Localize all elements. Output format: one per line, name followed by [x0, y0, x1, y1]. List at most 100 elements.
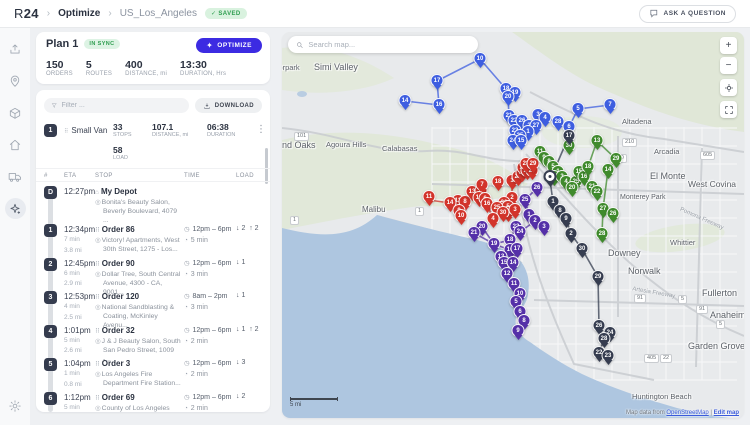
stop-address: ◎Los Angeles Fire [95, 370, 183, 379]
map-pin-red[interactable]: 4 [487, 212, 500, 225]
search-icon [296, 41, 303, 49]
map-pin-blue[interactable]: 10 [474, 52, 487, 65]
stop-load: ↓ 1 ↑ 2 [236, 326, 259, 333]
address-pin-icon: ◎ [95, 371, 101, 378]
plan-title: Plan 1 [46, 38, 78, 50]
stop-address: ◎Bonita's Beauty Salon, [95, 198, 183, 207]
stop-row[interactable]: D12:27pm⌂My Depot◎Bonita's Beauty Salon,… [36, 186, 270, 220]
sidebar-item-routes[interactable] [5, 166, 26, 187]
stop-eta: 1:01pm5 min2.6 mi [64, 326, 91, 356]
sidebar-item-upload[interactable] [5, 38, 26, 59]
ask-a-question-button[interactable]: ASK A QUESTION [639, 5, 737, 23]
map-pin-green[interactable]: 29 [610, 152, 623, 165]
map-pin-green[interactable]: 28 [596, 227, 609, 240]
map-pin-purple[interactable]: 9 [512, 324, 525, 337]
map-pin-blue[interactable]: 20 [502, 90, 515, 103]
orders-count: 150 [46, 59, 73, 71]
map-pin-blue[interactable]: 7 [604, 98, 617, 111]
duration-icon: ◔ [184, 304, 190, 311]
address-pin-icon: ◎ [95, 237, 101, 244]
map-search-input[interactable] [308, 40, 470, 49]
depot-pin[interactable] [544, 170, 557, 183]
app-logo[interactable]: R24 [14, 6, 39, 21]
stop-row[interactable]: 212:45pm6 min2.9 mi⠿Order 90◎Dollar Tree… [36, 258, 270, 292]
edit-map-link[interactable]: Edit map [714, 410, 739, 416]
map-pin-red[interactable]: 7 [476, 178, 489, 191]
duration-icon: ◔ [184, 237, 190, 244]
map-pin-dark[interactable]: 2 [565, 227, 578, 240]
map-pin-blue[interactable]: 15 [515, 134, 528, 147]
openstreetmap-link[interactable]: OpenStreetMap [666, 410, 708, 416]
sidebar-item-home[interactable] [5, 134, 26, 155]
breadcrumb-optimize[interactable]: Optimize [58, 8, 100, 19]
locate-button[interactable] [720, 79, 737, 96]
map-attribution: Map data from OpenStreetMap | Edit map [626, 410, 739, 416]
stop-row[interactable]: 41:01pm5 min2.6 mi⠿Order 32◎J & J Beauty… [36, 325, 270, 359]
map-city-label: El Monte [650, 171, 686, 181]
map-pin-blue[interactable]: 14 [399, 94, 412, 107]
map-pin-red[interactable]: 10 [455, 209, 468, 222]
download-button[interactable]: DOWNLOAD [195, 98, 262, 113]
map-pin-dark[interactable]: 28 [598, 332, 611, 345]
stop-row[interactable]: 61:12pm5 min⠿Order 69◎County of Los Ange… [36, 392, 270, 413]
map-pin-purple[interactable]: 19 [488, 237, 501, 250]
address-pin-icon: ◎ [95, 338, 101, 345]
map-pin-red[interactable]: 18 [492, 175, 505, 188]
map-pin-blue[interactable]: 17 [431, 74, 444, 87]
map-city-label: Moorpark [282, 63, 300, 72]
order-grip-icon: ⠿ [95, 294, 100, 301]
filter-input[interactable] [61, 102, 181, 109]
pin-number: 2 [569, 230, 572, 236]
map-pin-purple[interactable]: 17 [511, 242, 524, 255]
map-pin-purple[interactable]: 3 [538, 220, 551, 233]
map-pin-purple[interactable]: 26 [531, 181, 544, 194]
route-menu-button[interactable]: ⋮ [256, 124, 266, 135]
stop-eta: 12:27pm [64, 187, 95, 196]
pin-number: 20 [569, 184, 576, 190]
optimize-button[interactable]: ✦ OPTIMIZE [196, 38, 262, 53]
map-pin-dark[interactable]: 29 [592, 270, 605, 283]
stop-eta: 12:53pm4 min2.5 mi [64, 292, 95, 322]
breadcrumb-project[interactable]: US_Los_Angeles [120, 8, 197, 19]
map-pin-dark[interactable]: 23 [602, 349, 615, 362]
sidebar-item-settings[interactable] [5, 395, 26, 416]
map-pin-dark[interactable]: 9 [560, 212, 573, 225]
duration-icon: ◔ [184, 371, 190, 378]
map-pin-green[interactable]: 26 [607, 207, 620, 220]
stop-row[interactable]: 112:34pm7 min3.8 mi⠿Order 86◎Victory! Ap… [36, 224, 270, 258]
drag-handle-icon[interactable]: ⠿ [64, 129, 68, 135]
sidebar-item-optimize[interactable] [5, 198, 26, 219]
left-sidebar [0, 28, 30, 425]
stops-list: D12:27pm⌂My Depot◎Bonita's Beauty Salon,… [36, 182, 270, 412]
fullscreen-button[interactable] [720, 101, 737, 118]
clock-icon: ◷ [184, 394, 191, 401]
sidebar-item-location[interactable] [5, 70, 26, 91]
map-pin-green[interactable]: 18 [582, 160, 595, 173]
sidebar-item-package[interactable] [5, 102, 26, 123]
scale-bar [290, 397, 338, 401]
fullscreen-icon [724, 105, 734, 115]
stop-title: ⠿Order 86 [95, 225, 183, 236]
map-pin-purple[interactable]: 21 [468, 226, 481, 239]
map-pin-dark[interactable]: 17 [563, 129, 576, 142]
breadcrumb-separator: › [108, 8, 111, 19]
map-pin-green[interactable]: 13 [591, 134, 604, 147]
route-summary[interactable]: 1 ⠿Small Van 33STOPS 107.1DISTANCE, mi 0… [36, 118, 270, 168]
pin-number: 11 [511, 280, 517, 286]
map-pin-blue[interactable]: 5 [572, 102, 585, 115]
zoom-out-button[interactable]: − [720, 57, 737, 74]
map-pin-purple[interactable]: 25 [519, 193, 532, 206]
map-pin-green[interactable]: 22 [591, 185, 604, 198]
highway-badge: 5 [678, 295, 687, 304]
map-pin-red[interactable]: 3 [509, 203, 522, 216]
map-city-label: Monterey Park [620, 194, 666, 201]
zoom-in-button[interactable]: + [720, 37, 737, 54]
filter-input-wrap [44, 98, 189, 113]
pin-number: 27 [600, 205, 607, 211]
map-pin-dark[interactable]: 30 [576, 242, 589, 255]
map[interactable]: MoorparkSimi ValleyThousand OaksAgoura H… [282, 32, 744, 418]
stop-row[interactable]: 312:53pm4 min2.5 mi⠿Order 120◎National S… [36, 291, 270, 325]
map-pin-red[interactable]: 11 [423, 190, 436, 203]
map-pin-blue[interactable]: 16 [433, 98, 446, 111]
stop-row[interactable]: 51:04pm1 min0.8 mi⠿Order 3◎Los Angeles F… [36, 358, 270, 392]
